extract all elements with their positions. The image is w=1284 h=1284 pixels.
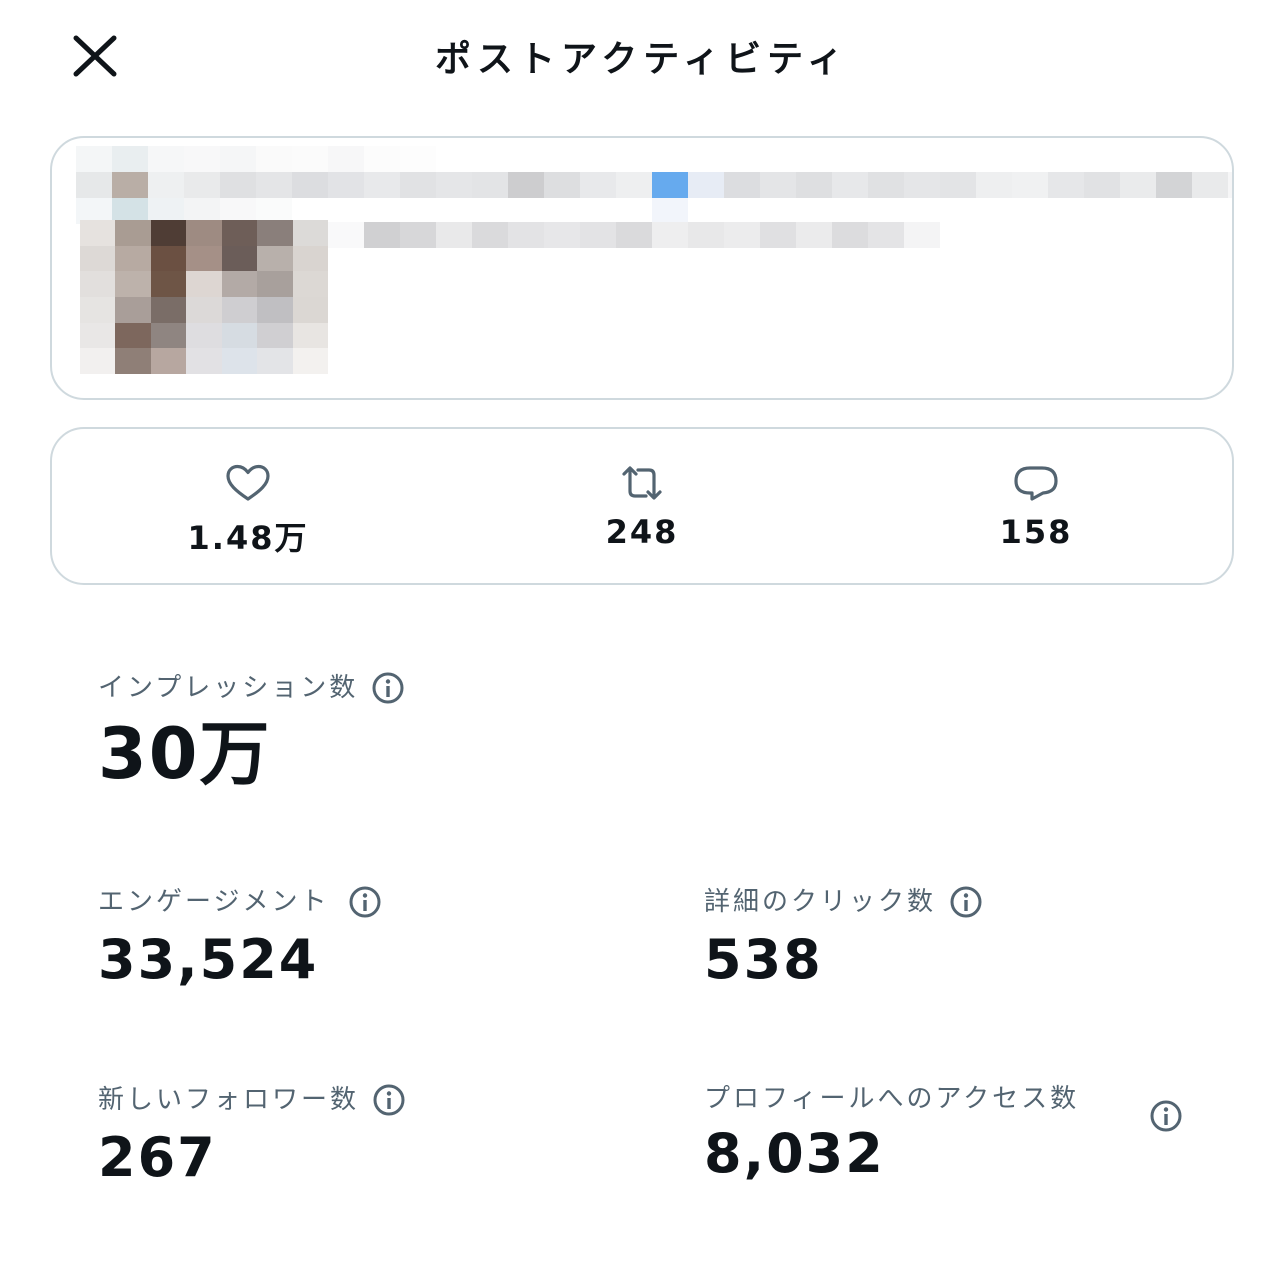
engagement-summary-card: 1.48万 248 158 <box>50 427 1234 585</box>
info-icon[interactable] <box>370 670 406 706</box>
likes-count: 1.48万 <box>187 519 309 557</box>
repost-icon <box>622 466 662 500</box>
info-icon[interactable] <box>371 1082 407 1118</box>
detail-clicks-metric: 詳細のクリック数 538 <box>704 884 984 992</box>
profile-visits-metric: プロフィールへのアクセス数 8,032 <box>704 1082 1124 1186</box>
replies-stat[interactable]: 158 <box>936 463 1136 551</box>
info-icon[interactable] <box>347 884 383 920</box>
engagements-label: エンゲージメント <box>98 887 330 917</box>
pixelated-text-line <box>76 172 1232 198</box>
engagements-metric: エンゲージメント 33,524 <box>98 884 383 992</box>
profile-visits-label: プロフィールへのアクセス数 <box>704 1084 1080 1114</box>
impressions-label: インプレッション数 <box>98 673 359 703</box>
likes-stat[interactable]: 1.48万 <box>148 463 348 559</box>
reply-icon <box>1014 466 1058 501</box>
engagements-value: 33,524 <box>98 928 319 991</box>
impressions-metric: インプレッション数 30万 <box>98 670 406 794</box>
new-followers-label: 新しいフォロワー数 <box>98 1085 360 1115</box>
info-icon[interactable] <box>948 884 984 920</box>
profile-visits-value: 8,032 <box>704 1122 885 1185</box>
pixelated-username <box>328 222 940 248</box>
pixelated-text-line <box>76 146 436 172</box>
detail-clicks-label: 詳細のクリック数 <box>704 887 937 917</box>
heart-icon <box>226 464 270 501</box>
reposts-stat[interactable]: 248 <box>542 463 742 551</box>
new-followers-value: 267 <box>98 1126 217 1189</box>
reposts-count: 248 <box>605 513 679 551</box>
post-preview-card[interactable] <box>50 136 1234 400</box>
detail-clicks-value: 538 <box>704 928 823 991</box>
info-icon[interactable] <box>1148 1098 1184 1134</box>
replies-count: 158 <box>999 513 1073 551</box>
impressions-value: 30万 <box>98 713 272 795</box>
post-thumbnail <box>80 220 328 374</box>
page-title: ポストアクティビティ <box>435 39 849 80</box>
new-followers-metric: 新しいフォロワー数 267 <box>98 1082 407 1190</box>
header-bar: ポストアクティビティ <box>0 0 1284 110</box>
